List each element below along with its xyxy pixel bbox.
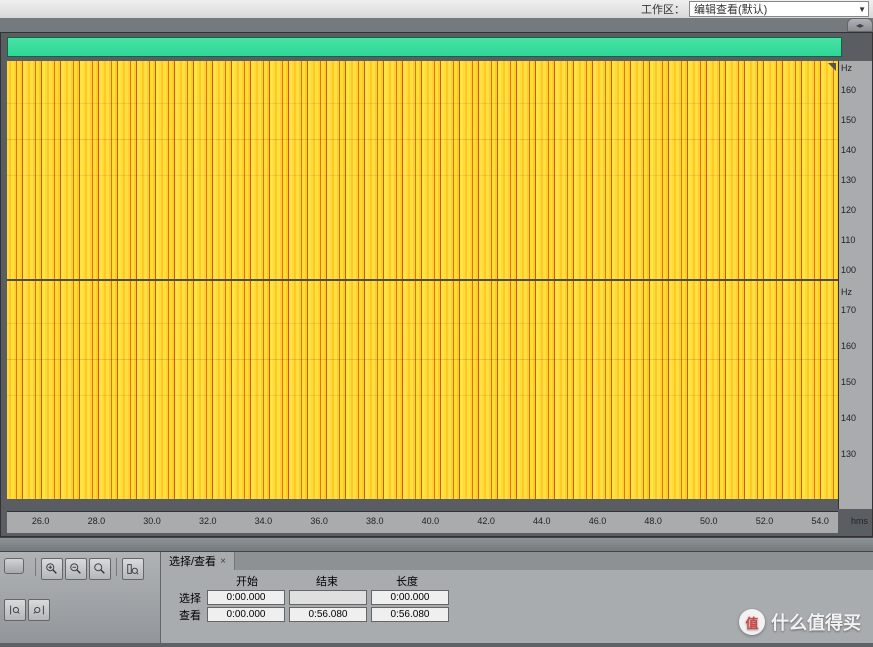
workspace-selector[interactable]: 编辑查看(默认) ▼ <box>689 1 869 17</box>
toolbar <box>0 552 160 643</box>
zoom-out-sel-button[interactable] <box>28 599 50 621</box>
topbar: 工作区： 编辑查看(默认) ▼ <box>0 0 873 18</box>
freq-tick: 140 <box>841 145 856 155</box>
tab-label: 选择/查看 <box>169 553 216 569</box>
overview-bar[interactable] <box>7 37 842 57</box>
zoom-in-sel-icon <box>8 603 22 617</box>
time-tick: 28.0 <box>88 516 106 526</box>
freq-tick: 170 <box>841 305 856 315</box>
select-start-field[interactable]: 0:00.000 <box>207 590 285 605</box>
zoom-out-sel-icon <box>32 603 46 617</box>
time-tick: 34.0 <box>255 516 273 526</box>
freq-tick: 160 <box>841 85 856 95</box>
freq-tick: 150 <box>841 115 856 125</box>
time-tick: 52.0 <box>756 516 774 526</box>
zoom-in-sel-button[interactable] <box>4 599 26 621</box>
freq-tick: 130 <box>841 175 856 185</box>
row-select-label: 选择 <box>167 590 207 606</box>
drag-handle-icon[interactable] <box>828 63 836 71</box>
time-tick: 48.0 <box>644 516 662 526</box>
zoom-full-button[interactable] <box>89 558 111 580</box>
freq-tick: 110 <box>841 235 855 245</box>
resizer-strip[interactable] <box>0 537 873 551</box>
panel-tab-stub[interactable]: ◂▸ <box>847 18 873 32</box>
tab-selection-view[interactable]: 选择/查看 × <box>161 552 235 570</box>
select-end-field[interactable] <box>289 590 367 605</box>
row-view-label: 查看 <box>167 607 207 623</box>
time-tick: 50.0 <box>700 516 718 526</box>
close-icon[interactable]: × <box>220 556 226 567</box>
view-start-field[interactable]: 0:00.000 <box>207 607 285 622</box>
watermark-badge: 值 <box>739 609 765 635</box>
freq-unit: Hz <box>841 63 852 73</box>
freq-tick: 100 <box>841 265 856 275</box>
time-unit: hms <box>851 516 868 526</box>
zoom-out-icon <box>69 562 83 576</box>
freq-unit: Hz <box>841 287 852 297</box>
select-length-field[interactable]: 0:00.000 <box>371 590 449 605</box>
zoom-full-icon <box>93 562 107 576</box>
time-tick: 38.0 <box>366 516 384 526</box>
time-tick: 44.0 <box>533 516 551 526</box>
watermark-text: 什么值得买 <box>771 609 861 635</box>
time-tick: 46.0 <box>589 516 607 526</box>
workspace-value: 编辑查看(默认) <box>694 1 767 17</box>
freq-tick: 160 <box>841 341 856 351</box>
zoom-selection-button[interactable] <box>122 558 144 580</box>
freq-tick: 130 <box>841 449 856 459</box>
col-end: 结束 <box>287 573 367 589</box>
zoom-selection-icon <box>126 562 140 576</box>
time-tick: 36.0 <box>310 516 328 526</box>
time-tick: 40.0 <box>422 516 440 526</box>
chevron-down-icon: ▼ <box>858 5 866 14</box>
time-ruler[interactable]: 26.0 28.0 30.0 32.0 34.0 36.0 38.0 40.0 … <box>7 511 838 533</box>
frequency-ruler[interactable]: Hz 160 150 140 130 120 110 100 Hz 170 16… <box>838 61 872 509</box>
time-tick: 42.0 <box>477 516 495 526</box>
col-length: 长度 <box>367 573 447 589</box>
watermark: 值 什么值得买 <box>739 609 861 635</box>
time-tick: 54.0 <box>811 516 829 526</box>
workspace-label: 工作区： <box>641 1 685 17</box>
time-tick: 32.0 <box>199 516 217 526</box>
channel-2[interactable] <box>7 281 838 499</box>
separator <box>116 558 117 576</box>
zoom-in-icon <box>45 562 59 576</box>
separator <box>35 558 36 576</box>
time-tick: 30.0 <box>143 516 161 526</box>
tab-strip: ◂▸ <box>0 18 873 32</box>
play-button[interactable] <box>4 558 24 574</box>
spectrogram-view[interactable] <box>7 61 838 511</box>
view-end-field[interactable]: 0:56.080 <box>289 607 367 622</box>
time-tick: 26.0 <box>32 516 50 526</box>
channel-1[interactable] <box>7 61 838 279</box>
col-start: 开始 <box>207 573 287 589</box>
freq-tick: 120 <box>841 205 856 215</box>
freq-tick: 150 <box>841 377 856 387</box>
freq-tick: 140 <box>841 413 856 423</box>
zoom-in-button[interactable] <box>41 558 63 580</box>
view-length-field[interactable]: 0:56.080 <box>371 607 449 622</box>
zoom-out-button[interactable] <box>65 558 87 580</box>
editor-main: Hz 160 150 140 130 120 110 100 Hz 170 16… <box>0 32 873 537</box>
